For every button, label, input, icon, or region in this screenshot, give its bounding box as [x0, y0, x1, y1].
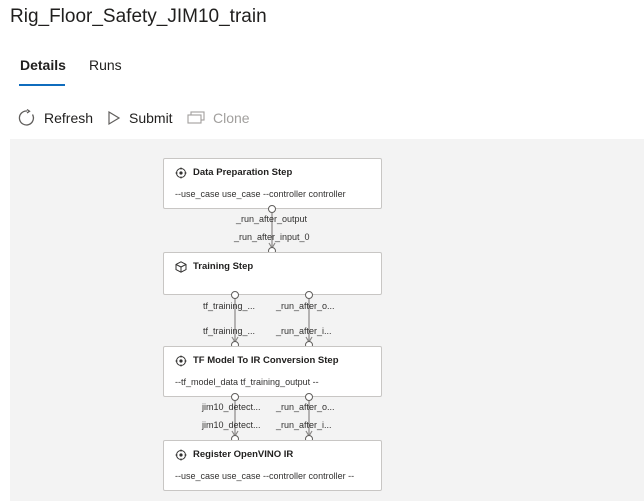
- active-tab-indicator: [19, 84, 65, 86]
- tab-details[interactable]: Details: [20, 57, 66, 73]
- clone-label: Clone: [213, 110, 250, 126]
- clone-icon: [187, 111, 205, 125]
- pipeline-graph-canvas[interactable]: Data Preparation Step --use_case use_cas…: [10, 139, 644, 501]
- edge-label: _run_after_output: [236, 214, 308, 224]
- node-params: --use_case use_case --controller control…: [175, 471, 355, 481]
- pipeline-node-training[interactable]: Training Step: [163, 252, 382, 295]
- node-title: Training Step: [193, 261, 254, 272]
- tab-runs[interactable]: Runs: [89, 57, 122, 73]
- edge-label: _run_after_input_0: [234, 232, 310, 242]
- step-icon: [175, 166, 187, 184]
- node-title: Data Preparation Step: [193, 167, 293, 178]
- refresh-icon: [18, 109, 36, 127]
- play-icon: [107, 110, 121, 126]
- edge-label: tf_training_...: [203, 326, 256, 336]
- refresh-button[interactable]: Refresh: [18, 104, 93, 132]
- edge-label: jim10_detect...: [202, 420, 261, 430]
- output-port[interactable]: [305, 291, 313, 299]
- pipeline-title: Rig_Floor_Safety_JIM10_train: [10, 6, 267, 27]
- output-port[interactable]: [231, 291, 239, 299]
- node-title: TF Model To IR Conversion Step: [193, 355, 339, 366]
- pipeline-node-data-preparation[interactable]: Data Preparation Step --use_case use_cas…: [163, 158, 382, 209]
- edge-label: _run_after_o...: [276, 301, 335, 311]
- output-port[interactable]: [305, 393, 313, 401]
- pipeline-node-tf-to-ir[interactable]: TF Model To IR Conversion Step --tf_mode…: [163, 346, 382, 397]
- pipeline-node-register-openvino[interactable]: Register OpenVINO IR --use_case use_case…: [163, 440, 382, 491]
- step-icon: [175, 354, 187, 372]
- edge-label: _run_after_i...: [276, 420, 332, 430]
- refresh-label: Refresh: [44, 110, 94, 126]
- edge-label: tf_training_...: [203, 301, 256, 311]
- output-port[interactable]: [268, 205, 276, 213]
- edge-label: _run_after_i...: [276, 326, 332, 336]
- cube-icon: [175, 260, 187, 278]
- output-port[interactable]: [231, 393, 239, 401]
- edge-label: jim10_detect...: [202, 402, 261, 412]
- node-params: --use_case use_case --controller control…: [175, 189, 346, 199]
- step-icon: [175, 448, 187, 466]
- node-title: Register OpenVINO IR: [193, 449, 294, 460]
- submit-button[interactable]: Submit: [107, 104, 173, 132]
- clone-button[interactable]: Clone: [187, 104, 250, 132]
- submit-label: Submit: [129, 110, 173, 126]
- edge-label: _run_after_o...: [276, 402, 335, 412]
- toolbar: Refresh Submit Clone: [0, 104, 644, 132]
- node-params: --tf_model_data tf_training_output --: [175, 377, 319, 387]
